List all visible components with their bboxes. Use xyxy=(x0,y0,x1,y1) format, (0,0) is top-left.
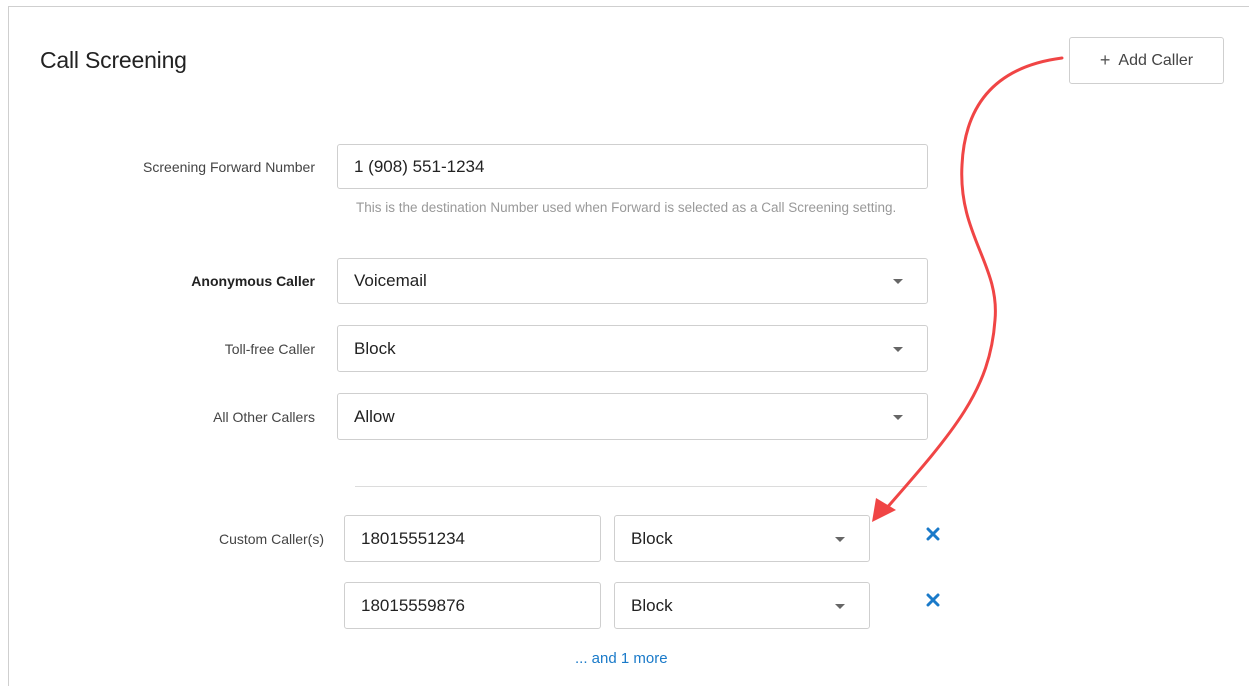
custom-caller-action-value: Block xyxy=(631,595,673,615)
other-callers-value: Allow xyxy=(354,406,395,426)
other-callers-select[interactable]: Allow xyxy=(337,393,928,440)
forward-number-input[interactable]: 1 (908) 551-1234 xyxy=(337,144,928,189)
chevron-down-icon xyxy=(835,536,845,542)
custom-caller-action-select[interactable]: Block xyxy=(614,515,870,562)
anonymous-caller-label: Anonymous Caller xyxy=(191,273,315,289)
remove-caller-icon[interactable] xyxy=(926,593,940,607)
chevron-down-icon xyxy=(893,279,903,284)
chevron-down-icon xyxy=(835,603,845,609)
anonymous-caller-select[interactable]: Voicemail xyxy=(337,258,928,304)
forward-number-label: Screening Forward Number xyxy=(143,159,315,175)
anonymous-caller-value: Voicemail xyxy=(354,271,427,290)
add-caller-button[interactable]: + Add Caller xyxy=(1069,37,1224,84)
chevron-down-icon xyxy=(893,414,903,420)
other-callers-label: All Other Callers xyxy=(213,409,315,425)
add-caller-label: Add Caller xyxy=(1118,51,1194,69)
plus-icon: + xyxy=(1099,50,1111,70)
toll-free-caller-select[interactable]: Block xyxy=(337,325,928,372)
page-title: Call Screening xyxy=(40,47,187,73)
toll-free-caller-label: Toll-free Caller xyxy=(224,341,315,357)
remove-caller-icon[interactable] xyxy=(926,527,940,541)
custom-caller-number-input[interactable]: 18015559876 xyxy=(344,582,601,629)
section-divider xyxy=(355,486,927,487)
custom-caller-action-value: Block xyxy=(631,528,673,548)
custom-callers-label: Custom Caller(s) xyxy=(218,531,324,547)
forward-number-help: This is the destination Number used when… xyxy=(356,200,897,215)
more-callers-link[interactable]: ... and 1 more xyxy=(575,650,668,667)
toll-free-caller-value: Block xyxy=(354,338,396,358)
chevron-down-icon xyxy=(893,346,903,352)
custom-caller-action-select[interactable]: Block xyxy=(614,582,870,629)
custom-caller-number-input[interactable]: 18015551234 xyxy=(344,515,601,562)
